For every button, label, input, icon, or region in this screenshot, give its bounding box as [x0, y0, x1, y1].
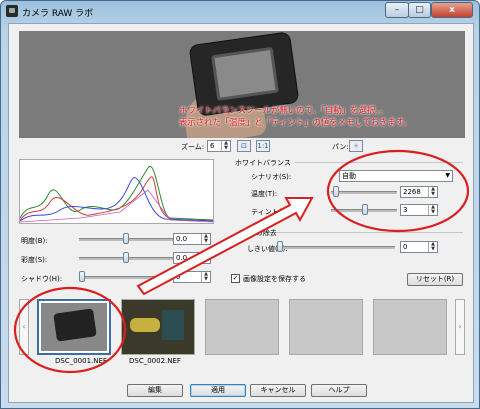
close-button[interactable]: x — [431, 2, 473, 18]
zoom-input[interactable]: 6 ▲ ▼ — [207, 140, 231, 152]
threshold-slider-thumb[interactable] — [277, 241, 283, 252]
spin-down-icon[interactable]: ▼ — [431, 209, 435, 215]
tint-value: 3 — [403, 206, 408, 214]
noise-label: ノイズの除去 — [235, 229, 277, 237]
thumbnail-1[interactable] — [37, 299, 111, 355]
tint-label: ティント(I): — [251, 208, 289, 216]
shadow-slider-thumb[interactable] — [79, 271, 85, 282]
help-button[interactable]: ヘルプ — [311, 384, 367, 397]
brightness-value: 0.0 — [176, 235, 188, 243]
threshold-slider[interactable] — [277, 241, 395, 253]
pan-icon[interactable]: + — [349, 140, 363, 152]
noise-divider — [277, 232, 463, 233]
thumbnail-2-image — [130, 318, 160, 332]
brightness-slider[interactable] — [79, 233, 173, 245]
thumbnail-empty-3 — [205, 299, 279, 355]
shadow-input[interactable]: 0 ▲ ▼ — [173, 271, 211, 283]
thumbnail-strip: ‹ › DSC_0001.NEF DSC_0002.NEF — [19, 299, 465, 365]
spin-down-icon[interactable]: ▼ — [224, 145, 228, 151]
spin-down-icon[interactable]: ▼ — [204, 238, 208, 244]
window-title: カメラ RAW ラボ — [22, 9, 94, 19]
shadow-value: 0 — [176, 273, 181, 281]
spin-down-icon[interactable]: ▼ — [431, 246, 435, 252]
spin-down-icon[interactable]: ▼ — [204, 276, 208, 282]
temperature-input[interactable]: 2268 ▲ ▼ — [400, 186, 438, 198]
thumbnail-1-name: DSC_0001.NEF — [55, 357, 107, 365]
tint-slider[interactable] — [331, 204, 397, 216]
scenario-label: シナリオ(S): — [251, 173, 292, 181]
threshold-value: 0 — [403, 243, 408, 251]
save-settings-checkbox[interactable]: ✓ — [231, 274, 240, 283]
dialog-body: ホワイトバランスツールが無いので、「自動」を選択。。 表示された「温度」と「ティ… — [8, 23, 474, 403]
shadow-spin-icon[interactable]: ▲ ▼ — [201, 272, 210, 282]
threshold-spin-icon[interactable]: ▲ ▼ — [428, 242, 437, 252]
histogram-graph — [19, 165, 214, 223]
thumbnail-next-icon[interactable]: › — [455, 299, 465, 355]
edit-button[interactable]: 編集 — [127, 384, 183, 397]
thumbnail-1-image — [41, 303, 107, 351]
shadow-slider[interactable] — [79, 271, 173, 283]
apply-button[interactable]: 適用 — [190, 384, 246, 397]
cancel-button[interactable]: キャンセル — [250, 384, 306, 397]
saturation-label: 彩度(S): — [21, 256, 48, 264]
camera-raw-window: カメラ RAW ラボ – □ x ホワイトバランスツールが無いので、「自動」を選… — [0, 0, 480, 409]
tint-slider-thumb[interactable] — [362, 204, 368, 215]
temperature-slider[interactable] — [331, 186, 397, 198]
saturation-slider-thumb[interactable] — [123, 252, 129, 263]
annotation-text: ホワイトバランスツールが無いので、「自動」を選択。。 表示された「温度」と「ティ… — [179, 104, 465, 128]
scenario-select[interactable]: 自動 ▼ — [339, 170, 453, 182]
fit-window-icon[interactable]: ⊡ — [237, 140, 251, 152]
save-settings-label: 画像設定を保存する — [243, 275, 306, 283]
zoom-value: 6 — [210, 142, 215, 150]
tint-input[interactable]: 3 ▲ ▼ — [400, 204, 438, 216]
annotation-line-2: 表示された「温度」と「ティント」の値をメモしておきます。 — [179, 117, 412, 127]
temperature-spin-icon[interactable]: ▲ ▼ — [428, 187, 437, 197]
spin-down-icon[interactable]: ▼ — [431, 191, 435, 197]
histogram — [19, 159, 214, 224]
zoom-spin-icon[interactable]: ▲ ▼ — [221, 141, 230, 151]
brightness-slider-thumb[interactable] — [123, 233, 129, 244]
temperature-label: 温度(T): — [251, 190, 278, 198]
thumbnail-empty-4 — [289, 299, 363, 355]
brightness-label: 明度(B): — [21, 237, 48, 245]
camera-app-icon — [6, 5, 18, 17]
reset-button[interactable]: リセット(R) — [407, 273, 463, 286]
thumbnail-prev-icon[interactable]: ‹ — [19, 299, 29, 355]
annotation-line-1: ホワイトバランスツールが無いので、「自動」を選択。。 — [179, 105, 388, 115]
threshold-input[interactable]: 0 ▲ ▼ — [400, 241, 438, 253]
thumbnail-empty-5 — [373, 299, 447, 355]
thumbnail-2-name: DSC_0002.NEF — [129, 357, 181, 365]
saturation-slider[interactable] — [79, 252, 173, 264]
thumbnail-2[interactable] — [121, 299, 195, 355]
actual-size-icon[interactable]: 1:1 — [256, 140, 270, 152]
image-preview[interactable]: ホワイトバランスツールが無いので、「自動」を選択。。 表示された「温度」と「ティ… — [19, 31, 465, 138]
temperature-value: 2268 — [403, 188, 421, 196]
wb-divider — [295, 162, 463, 163]
title-bar[interactable]: カメラ RAW ラボ – □ x — [1, 1, 479, 23]
scenario-value: 自動 — [342, 172, 356, 180]
saturation-value: 0.0 — [176, 254, 188, 262]
pan-label: パン: — [332, 143, 349, 151]
saturation-spin-icon[interactable]: ▲ ▼ — [201, 253, 210, 263]
tint-spin-icon[interactable]: ▲ ▼ — [428, 205, 437, 215]
saturation-input[interactable]: 0.0 ▲ ▼ — [173, 252, 211, 264]
maximize-button[interactable]: □ — [408, 2, 431, 18]
temperature-slider-thumb[interactable] — [333, 186, 339, 197]
zoom-label: ズーム: — [181, 143, 205, 151]
spin-down-icon[interactable]: ▼ — [204, 257, 208, 263]
chevron-down-icon: ▼ — [445, 172, 450, 179]
shadow-label: シャドウ(H): — [21, 275, 63, 283]
brightness-input[interactable]: 0.0 ▲ ▼ — [173, 233, 211, 245]
brightness-spin-icon[interactable]: ▲ ▼ — [201, 234, 210, 244]
minimize-button[interactable]: – — [385, 2, 409, 18]
white-balance-label: ホワイトバランス — [235, 159, 291, 167]
